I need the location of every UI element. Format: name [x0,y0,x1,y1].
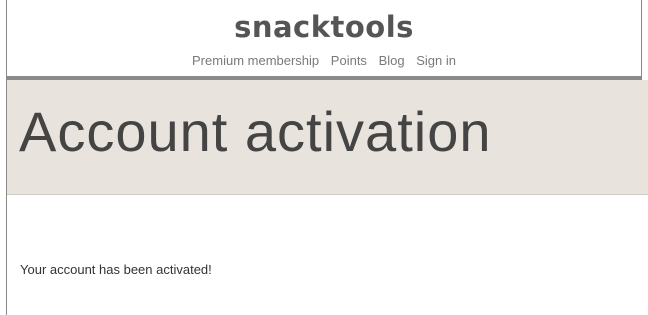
nav-link-blog[interactable]: Blog [379,53,405,68]
page-title: Account activation [19,100,492,163]
site-logo[interactable]: snacktools [7,12,641,42]
nav-link-points[interactable]: Points [331,53,367,68]
site-header: snacktools Premium membership Points Blo… [7,0,641,76]
page: snacktools Premium membership Points Blo… [0,0,648,315]
nav-link-premium-membership[interactable]: Premium membership [192,53,319,68]
activation-message: Your account has been activated! [20,262,212,277]
frame-right-border [641,0,642,80]
nav-link-sign-in[interactable]: Sign in [416,53,456,68]
top-nav: Premium membership Points Blog Sign in [7,53,641,68]
page-banner: Account activation [7,80,648,195]
